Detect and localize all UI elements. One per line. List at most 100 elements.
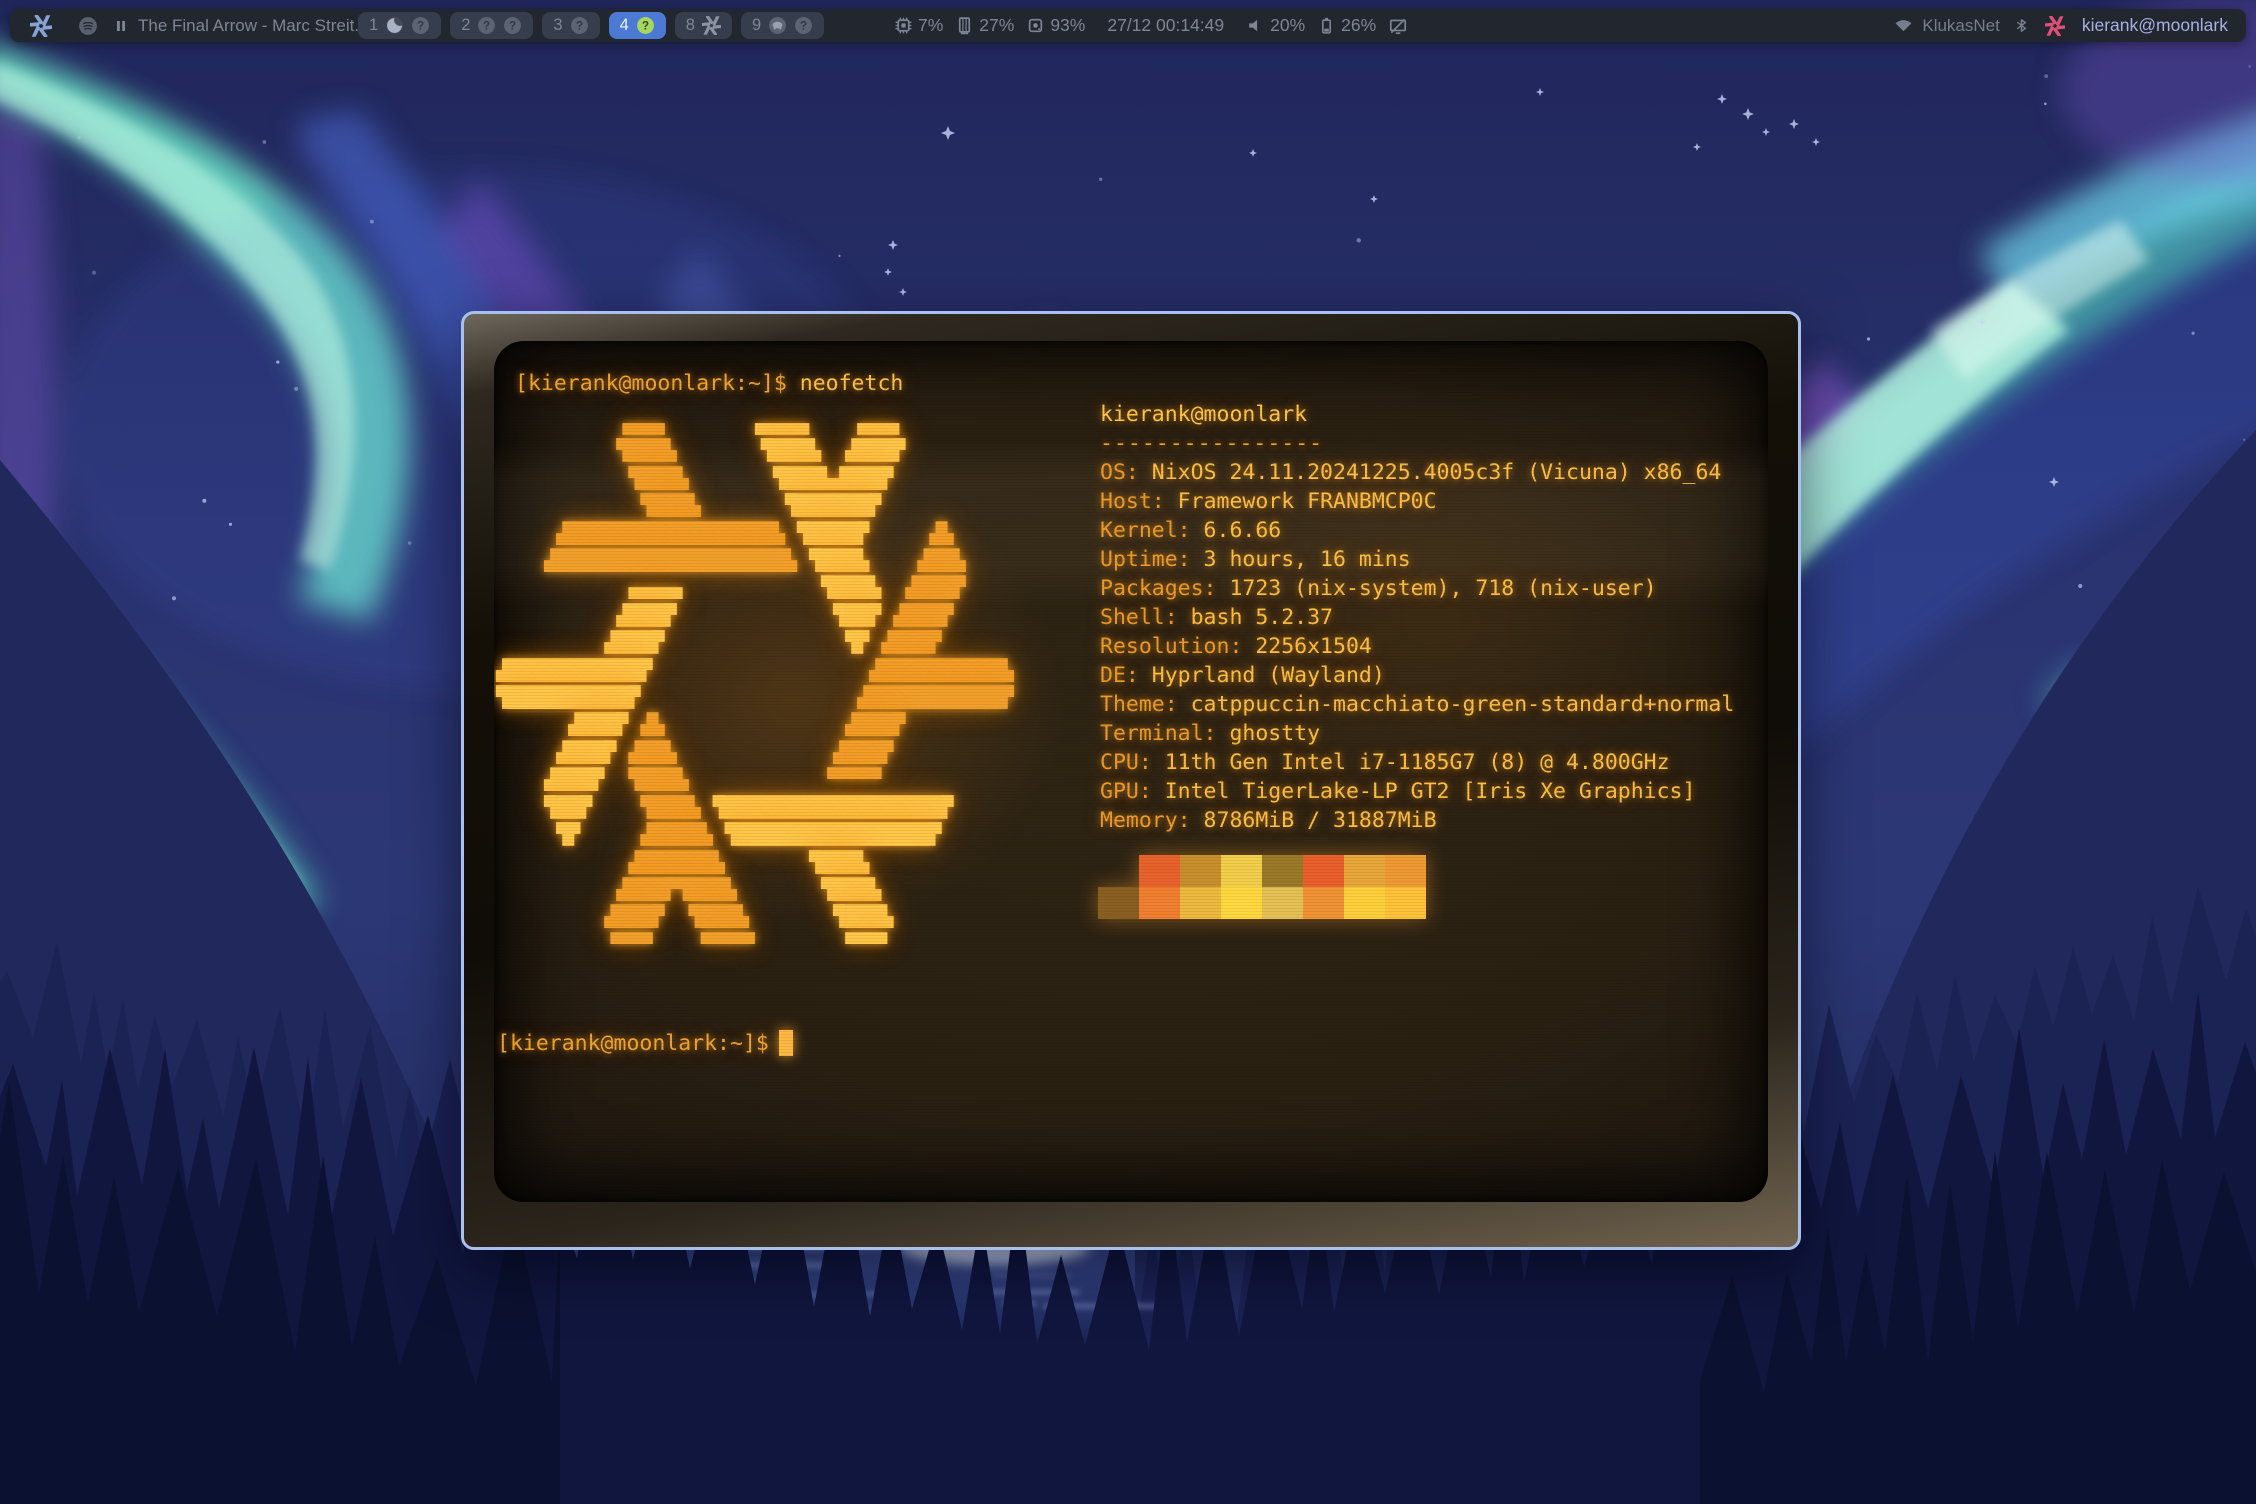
palette-swatch [1303, 855, 1344, 887]
unknown-app-icon: ? [794, 16, 813, 35]
spotify-icon[interactable] [78, 16, 98, 36]
palette-swatch [1385, 887, 1426, 919]
unknown-green-app-icon: ? [636, 16, 655, 35]
terminal-color-palette [1098, 855, 1426, 919]
nix-logo-icon[interactable] [30, 15, 52, 37]
disk-value: 93% [1050, 15, 1085, 36]
disk-module[interactable]: 93% [1026, 15, 1085, 36]
workspace-number: 4 [620, 16, 629, 35]
cpu-value: 7% [918, 15, 943, 36]
neofetch-field-kernel: Kernel: 6.6.66 [1100, 516, 1734, 545]
cpu-module[interactable]: 7% [894, 15, 943, 36]
logo-line: ▝▀▀▀ ▀▀▀▀▘ ▀▀▀▘ [496, 931, 1014, 958]
neofetch-separator: ---------------- [1100, 429, 1734, 458]
neofetch-user-host: kierank@moonlark [1100, 400, 1734, 429]
logo-line: ▜███▙ ▜██████▛ [496, 492, 1014, 519]
volume-module[interactable]: 20% [1246, 15, 1305, 36]
media-title[interactable]: The Final Arrow - Marc Streit... [138, 16, 369, 36]
palette-swatch [1344, 855, 1385, 887]
palette-swatch [1262, 855, 1303, 887]
workspace-number: 3 [553, 16, 562, 35]
logo-line: ▗▄▄▄ ▗▄▄▄▄ ▄▄▄▖ [496, 410, 1014, 437]
neofetch-field-terminal: Terminal: ghostty [1100, 719, 1734, 748]
unknown-app-icon: ? [477, 16, 496, 35]
palette-row-2 [1098, 887, 1426, 919]
battery-value: 26% [1341, 15, 1376, 36]
workspace-1[interactable]: 1? [358, 12, 441, 39]
logo-line: ▜██▛ ▜███▙ ▜██████████████████▛ [496, 794, 1014, 821]
palette-swatch [1221, 855, 1262, 887]
palette-swatch [1262, 887, 1303, 919]
idle-inhibitor-icon[interactable] [1388, 16, 1408, 36]
logo-line: ▜▛ ▟████▙ ▜████████████████▛ [496, 821, 1014, 848]
logo-line: ▟███▛ ▜▛ ▟███▛ [496, 629, 1014, 656]
logo-line: ▄▄▄▄▖ ▜███▙ ▟███▛ [496, 574, 1014, 601]
volume-value: 20% [1270, 15, 1305, 36]
firefox-app-icon [385, 16, 404, 35]
memory-icon [955, 16, 974, 35]
neofetch-field-memory: Memory: 8786MiB / 31887MiB [1100, 806, 1734, 835]
neofetch-field-os: OS: NixOS 24.11.20241225.4005c3f (Vicuna… [1100, 458, 1734, 487]
palette-swatch [1180, 887, 1221, 919]
logo-line: ▟██████▙ ▜███▙ [496, 849, 1014, 876]
logo-line: ▜██████████▛ ▟███████████▛ [496, 684, 1014, 711]
wifi-icon[interactable] [1894, 16, 1913, 35]
status-bar: The Final Arrow - Marc Streit... 1?2??3?… [10, 9, 2246, 42]
shell-prompt: [kierank@moonlark:~]$ [497, 1031, 769, 1056]
logo-line: ▟███████████▛ ▟██████████▙ [496, 657, 1014, 684]
prompt-line-command: [kierank@moonlark:~]$ neofetch [515, 371, 903, 396]
logo-line: ▟███▛▜███▙ ▜███▙ [496, 876, 1014, 903]
logo-line: ▜███▙ ▜███▙ ▟███▛ [496, 437, 1014, 464]
palette-swatch [1221, 887, 1262, 919]
palette-row-1 [1098, 855, 1426, 887]
disk-icon [1026, 16, 1045, 35]
unknown-app-icon: ? [411, 16, 430, 35]
neofetch-field-shell: Shell: bash 5.2.37 [1100, 603, 1734, 632]
terminal-cursor [779, 1030, 793, 1056]
palette-swatch [1303, 887, 1344, 919]
workspace-number: 8 [686, 16, 695, 35]
pause-icon[interactable] [114, 19, 128, 33]
workspace-9[interactable]: 9? [741, 12, 824, 39]
palette-swatch [1385, 855, 1426, 887]
workspace-4[interactable]: 4? [609, 12, 666, 39]
neofetch-field-de: DE: Hyprland (Wayland) [1100, 661, 1734, 690]
logo-line: ▟███▛ ▜██▛ ▟███▛ [496, 602, 1014, 629]
svg-text:?: ? [417, 19, 424, 32]
bar-left-modules: The Final Arrow - Marc Streit... [30, 9, 369, 42]
workspace-8[interactable]: 8 [675, 12, 732, 39]
unknown-app-icon: ? [503, 16, 522, 35]
neofetch-field-cpu: CPU: 11th Gen Intel i7-1185G7 (8) @ 4.80… [1100, 748, 1734, 777]
logo-line: ▟███████████████████▙ ▜███▙ ▟██▙ [496, 547, 1014, 574]
clock[interactable]: 27/12 00:14:49 [1107, 15, 1224, 36]
workspace-number: 2 [461, 16, 470, 35]
prompt-line-active[interactable]: [kierank@moonlark:~]$ [497, 1030, 793, 1056]
neofetch-field-host: Host: Framework FRANBMCP0C [1100, 487, 1734, 516]
nix-updates-icon[interactable] [2045, 16, 2065, 36]
discord-app-icon [768, 16, 787, 35]
bar-system-stats: 7% 27% 93% 27/12 00:14:49 20% 26% [894, 9, 1408, 42]
memory-value: 27% [979, 15, 1014, 36]
logo-line: ▟█████████████████▙ ▜████▛ ▟▙ [496, 520, 1014, 547]
svg-text:?: ? [642, 19, 649, 32]
svg-text:?: ? [800, 19, 807, 32]
terminal-window[interactable]: [kierank@moonlark:~]$ neofetch ▗▄▄▄ ▗▄▄▄… [461, 311, 1801, 1250]
svg-text:?: ? [576, 19, 583, 32]
crt-screen: [kierank@moonlark:~]$ neofetch ▗▄▄▄ ▗▄▄▄… [494, 341, 1768, 1202]
workspaces: 1?2??3?4?89? [358, 12, 824, 39]
wifi-ssid[interactable]: KlukasNet [1922, 16, 1999, 36]
bluetooth-icon[interactable] [2013, 17, 2030, 34]
workspace-2[interactable]: 2?? [450, 12, 533, 39]
palette-swatch [1139, 887, 1180, 919]
palette-swatch [1344, 887, 1385, 919]
workspace-3[interactable]: 3? [542, 12, 599, 39]
logo-line: ▜███▙ ▜███▙▟███▛ [496, 465, 1014, 492]
shell-prompt: [kierank@moonlark:~]$ [515, 371, 787, 396]
workspace-number: 9 [752, 16, 761, 35]
battery-module[interactable]: 26% [1317, 15, 1376, 36]
neofetch-info: kierank@moonlark----------------OS: NixO… [1100, 400, 1734, 835]
neofetch-field-packages: Packages: 1723 (nix-system), 718 (nix-us… [1100, 574, 1734, 603]
user-host-label: kierank@moonlark [2082, 15, 2228, 36]
memory-module[interactable]: 27% [955, 15, 1014, 36]
bar-right-modules: KlukasNet kierank@moonlark [1894, 9, 2228, 42]
